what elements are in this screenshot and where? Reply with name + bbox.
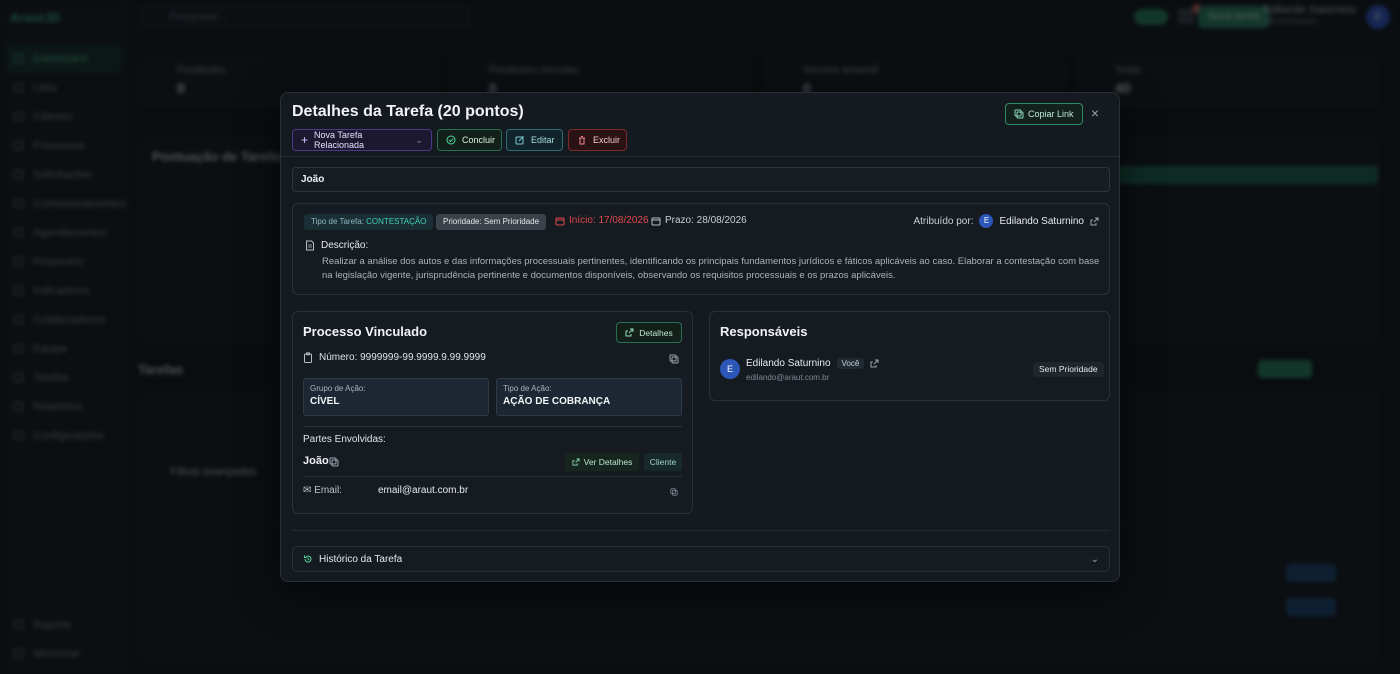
client-name-field: João (292, 167, 1110, 192)
process-details-button[interactable]: Detalhes (616, 322, 682, 343)
task-details-modal: Detalhes da Tarefa (20 pontos) Copiar Li… (280, 92, 1120, 582)
modal-body: João Tipo de Tarefa: CONTESTAÇÃO Priorid… (281, 157, 1119, 581)
assigned-by-name[interactable]: Edilando Saturnino (999, 216, 1084, 227)
linked-process-panel: Processo Vinculado Detalhes Número: 9999… (292, 311, 693, 514)
email-value: email@araut.com.br (377, 485, 469, 496)
copy-icon (1014, 109, 1024, 119)
responsible-email: edilando@araut.com.br (746, 373, 830, 382)
external-link-icon[interactable] (1090, 217, 1099, 226)
history-label: Histórico da Tarefa (319, 553, 403, 565)
copy-link-label: Copiar Link (1028, 109, 1074, 119)
trash-icon (577, 135, 587, 145)
edit-icon (515, 135, 525, 145)
responsible-name-row: Edilando Saturnino Você (746, 358, 879, 369)
priority-badge: Sem Prioridade (1033, 362, 1104, 377)
mail-icon: ✉ (303, 485, 312, 496)
responsibles-title: Responsáveis (720, 324, 808, 339)
description-label: Descrição: (305, 240, 368, 251)
responsibles-panel: Responsáveis E Edilando Saturnino Você e… (709, 311, 1110, 401)
modal-title: Detalhes da Tarefa (20 pontos) (292, 103, 524, 120)
history-icon (303, 554, 313, 564)
view-details-button[interactable]: Ver Detalhes (565, 453, 639, 471)
description-text: Realizar a análise dos autos e das infor… (322, 256, 1100, 281)
copy-link-button[interactable]: Copiar Link (1005, 103, 1083, 125)
process-number: Número: 9999999-99.9999.9.99.9999 (303, 352, 486, 363)
task-type-badge: Tipo de Tarefa: CONTESTAÇÃO (304, 214, 434, 230)
process-title: Processo Vinculado (303, 324, 428, 339)
avatar: E (720, 359, 740, 379)
delete-button[interactable]: Excluir (568, 129, 627, 151)
task-info-box: Tipo de Tarefa: CONTESTAÇÃO Prioridade: … (292, 203, 1110, 295)
parties-label: Partes Envolvidas: (303, 434, 386, 445)
close-icon[interactable]: × (1087, 105, 1103, 121)
task-history-accordion[interactable]: Histórico da Tarefa ⌄ (292, 546, 1110, 572)
chevron-down-icon: ⌄ (1090, 553, 1099, 565)
start-date: Início: 17/08/2026 (555, 215, 649, 226)
divider (303, 476, 682, 477)
action-type-field: Tipo de Ação: AÇÃO DE COBRANÇA (496, 378, 682, 416)
copy-icon[interactable] (669, 354, 679, 364)
external-link-icon (625, 328, 634, 337)
check-circle-icon (446, 135, 456, 145)
priority-badge: Prioridade: Sem Prioridade (436, 214, 547, 230)
party-role-badge: Cliente (644, 453, 682, 471)
calendar-icon (651, 216, 661, 226)
deadline-date: Prazo: 28/08/2026 (651, 215, 747, 226)
document-icon (305, 240, 315, 251)
clipboard-icon (303, 352, 313, 363)
edit-button[interactable]: Editar (506, 129, 563, 151)
you-badge: Você (836, 358, 865, 369)
plus-icon: + (301, 133, 309, 147)
copy-icon[interactable] (670, 488, 678, 496)
action-group-field: Grupo de Ação: CÍVEL (303, 378, 489, 416)
email-label: ✉ Email: (303, 485, 342, 496)
chevron-down-icon: ⌄ (415, 134, 423, 145)
calendar-icon (555, 216, 565, 226)
party-name: João (303, 455, 329, 467)
modal-header: Detalhes da Tarefa (20 pontos) Copiar Li… (281, 93, 1119, 157)
avatar: E (979, 214, 994, 228)
responsible-name[interactable]: Edilando Saturnino (746, 358, 831, 369)
external-link-icon[interactable] (870, 359, 879, 368)
new-related-task-button[interactable]: + Nova Tarefa Relacionada ⌄ (292, 129, 432, 151)
complete-button[interactable]: Concluir (437, 129, 502, 151)
party-email-row: ✉ Email: email@araut.com.br (303, 485, 468, 496)
external-link-icon (572, 458, 580, 466)
divider (303, 426, 682, 427)
assigned-by: Atribuído por: E Edilando Saturnino (913, 214, 1099, 228)
divider (292, 530, 1110, 531)
copy-icon[interactable] (329, 457, 339, 467)
